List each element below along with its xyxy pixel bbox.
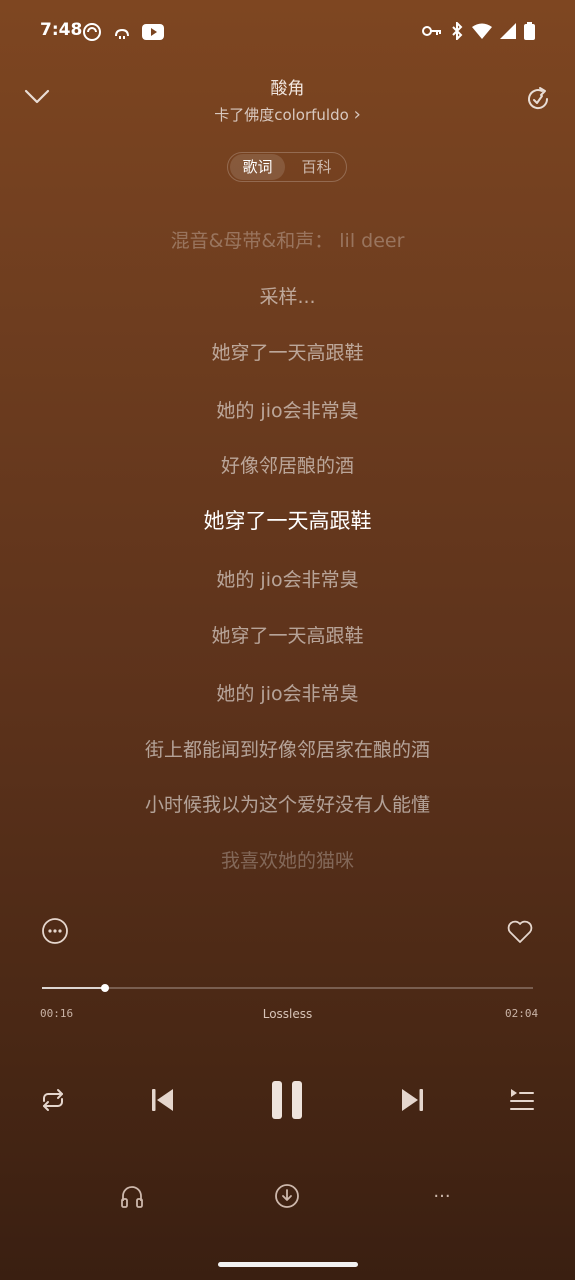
home-indicator[interactable]	[218, 1262, 358, 1267]
repeat-button[interactable]	[36, 1083, 70, 1117]
lyric-line[interactable]: 她穿了一天高跟鞋	[0, 338, 575, 365]
lyric-line[interactable]: 混音&母带&和声： lil deer	[0, 226, 575, 253]
pause-icon	[272, 1081, 302, 1119]
headphones-icon	[121, 1186, 143, 1208]
more-button[interactable]: ···	[424, 1180, 460, 1212]
artist-name: 卡了佛度colorfuldo	[214, 106, 349, 124]
lyric-line[interactable]: 我喜欢她的猫咪	[0, 846, 575, 873]
more-circle-icon	[42, 918, 68, 944]
progress-track[interactable]	[42, 987, 533, 989]
progress-fill	[42, 987, 105, 989]
lyric-line[interactable]: 她穿了一天高跟鞋	[0, 621, 575, 648]
tab-lyrics[interactable]: 歌词	[230, 154, 285, 180]
audio-effect-button[interactable]	[116, 1180, 148, 1212]
skip-next-icon	[402, 1089, 423, 1111]
previous-button[interactable]	[142, 1080, 182, 1120]
lyric-line[interactable]: 好像邻居酿的酒	[0, 451, 575, 478]
status-left-icons	[82, 22, 164, 42]
status-time: 7:48	[40, 20, 83, 40]
like-button[interactable]	[505, 916, 535, 946]
playlist-icon	[510, 1089, 534, 1110]
quality-label[interactable]: Lossless	[0, 1007, 575, 1021]
lyric-line[interactable]: 她的 jio会非常臭	[0, 565, 575, 592]
artist-link[interactable]: 卡了佛度colorfuldo ›	[0, 104, 575, 125]
more-options-button[interactable]	[40, 916, 70, 946]
lyric-line[interactable]: 小时候我以为这个爱好没有人能懂	[0, 790, 575, 817]
view-tabs: 歌词 百科	[227, 152, 347, 182]
download-icon	[275, 1184, 299, 1208]
lyric-line[interactable]: 她的 jio会非常臭	[0, 679, 575, 706]
total-duration: 02:04	[505, 1007, 539, 1020]
lyric-line-current[interactable]: 她穿了一天高跟鞋	[0, 505, 575, 535]
lyric-line[interactable]: 她的 jio会非常臭	[0, 396, 575, 423]
progress-thumb[interactable]	[101, 984, 109, 992]
wifi-icon	[472, 23, 492, 39]
playlist-button[interactable]	[504, 1083, 538, 1117]
bluetooth-icon	[452, 22, 463, 40]
status-right-icons	[422, 22, 535, 40]
app-notification-icon	[83, 23, 101, 41]
youtube-icon	[142, 24, 164, 40]
chevron-right-icon: ›	[353, 104, 361, 125]
pause-button[interactable]	[265, 1078, 309, 1122]
share-refresh-button[interactable]	[523, 84, 553, 114]
refresh-icon	[528, 87, 549, 110]
repeat-icon	[43, 1089, 63, 1111]
song-title: 酸角	[270, 79, 305, 99]
next-button[interactable]	[393, 1080, 433, 1120]
download-button[interactable]	[271, 1180, 303, 1212]
battery-icon	[524, 22, 535, 40]
skip-previous-icon	[152, 1089, 173, 1111]
more-dots-icon: ···	[433, 1185, 451, 1207]
lyric-line[interactable]: 采样...	[0, 282, 575, 309]
weather-icon	[115, 28, 129, 39]
signal-icon	[500, 23, 516, 39]
lyric-line[interactable]: 街上都能闻到好像邻居家在酿的酒	[0, 735, 575, 762]
tab-encyclopedia[interactable]: 百科	[289, 154, 344, 180]
heart-icon	[507, 920, 533, 943]
vpn-key-icon	[422, 26, 441, 36]
